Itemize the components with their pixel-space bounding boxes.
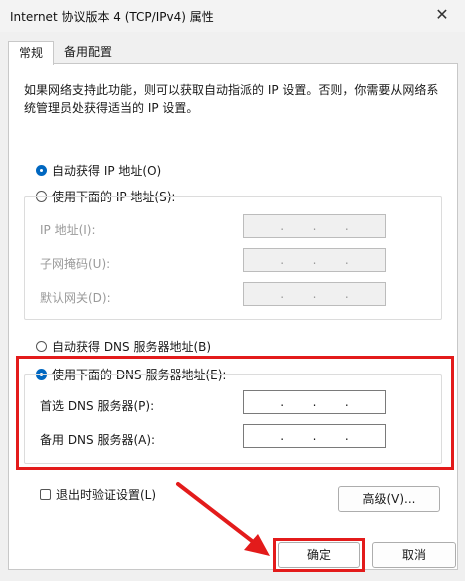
tab-alternate-configuration[interactable]: 备用配置 (58, 41, 118, 63)
description-text: 如果网络支持此功能，则可以获取自动指派的 IP 设置。否则，你需要从网络系统管理… (24, 83, 439, 115)
ip-dot: . (344, 287, 349, 301)
cancel-button[interactable]: 取消 (372, 542, 456, 568)
dns-auto-label: 自动获得 DNS 服务器地址(B) (52, 339, 212, 354)
ip-address-input: . . . (243, 214, 386, 238)
ip-auto-label: 自动获得 IP 地址(O) (52, 163, 162, 178)
close-icon[interactable]: ✕ (431, 4, 453, 26)
annotation-arrow-icon (176, 482, 270, 556)
subnet-mask-label: 子网掩码(U): (40, 257, 111, 271)
ip-dot: . (280, 219, 285, 233)
window-title: Internet 协议版本 4 (TCP/IPv4) 属性 (10, 10, 214, 24)
default-gateway-label: 默认网关(D): (40, 291, 111, 305)
dns-highlight-box (16, 356, 454, 470)
validate-checkbox-box[interactable] (40, 488, 51, 500)
ip-dot: . (280, 253, 285, 267)
ip-dot: . (312, 287, 317, 301)
ip-address-label: IP 地址(I): (40, 223, 96, 237)
tab-general[interactable]: 常规 (8, 41, 54, 65)
ip-dot: . (312, 253, 317, 267)
ip-auto-radio[interactable]: 自动获得 IP 地址(O) (36, 162, 161, 178)
ip-dot: . (280, 287, 285, 301)
validate-on-exit-label: 退出时验证设置(L) (56, 487, 157, 502)
title-bar: Internet 协议版本 4 (TCP/IPv4) 属性 ✕ (0, 0, 465, 32)
validate-on-exit-checkbox[interactable]: 退出时验证设置(L) (40, 486, 156, 502)
ok-button[interactable]: 确定 (278, 542, 360, 568)
ip-dot: . (344, 219, 349, 233)
ip-dot: . (344, 253, 349, 267)
default-gateway-input: . . . (243, 282, 386, 306)
subnet-mask-input: . . . (243, 248, 386, 272)
dns-auto-radio-dot[interactable] (36, 340, 47, 352)
ip-auto-radio-dot[interactable] (36, 164, 47, 176)
advanced-button[interactable]: 高级(V)... (338, 486, 440, 512)
ip-dot: . (312, 219, 317, 233)
dns-auto-radio[interactable]: 自动获得 DNS 服务器地址(B) (36, 338, 211, 354)
